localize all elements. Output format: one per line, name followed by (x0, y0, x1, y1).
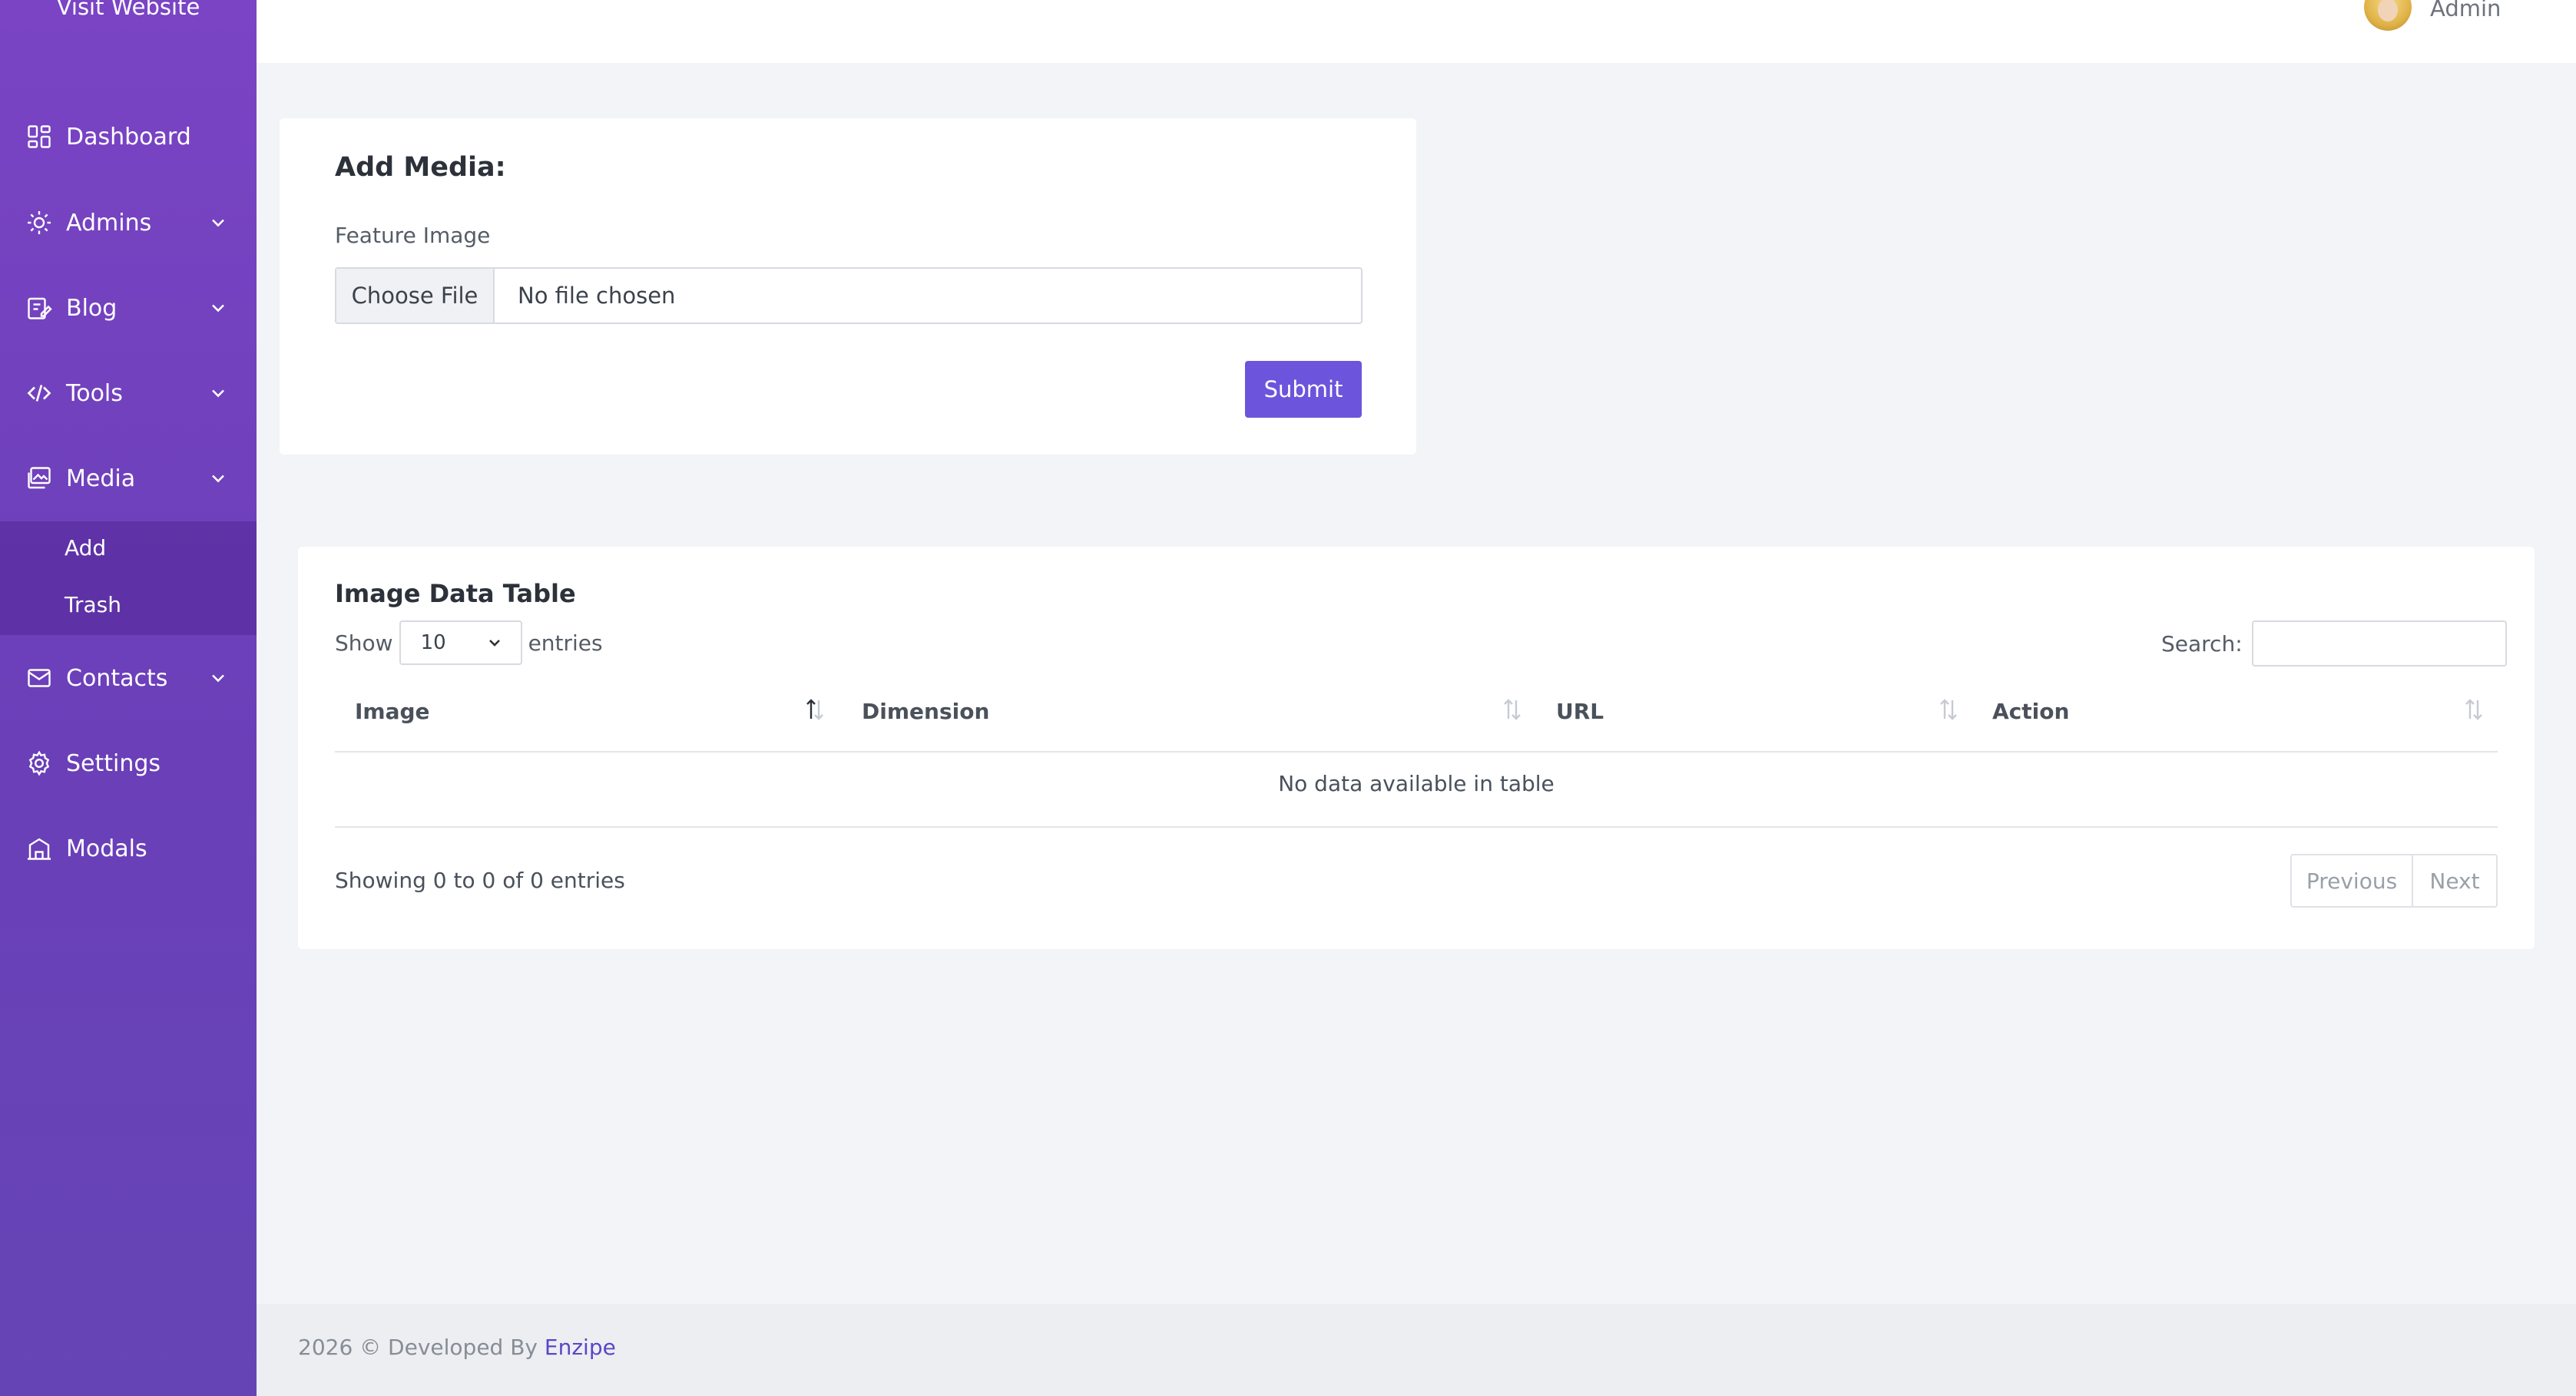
submenu-item-trash[interactable]: Trash (65, 592, 121, 617)
media-submenu: Add Trash (0, 521, 257, 635)
sidebar-item-modals[interactable]: Modals (0, 825, 257, 872)
entries-select-value: 10 (420, 631, 446, 654)
sort-icon[interactable] (2462, 696, 2485, 723)
sidebar-item-label: Modals (66, 835, 147, 862)
submenu-item-add[interactable]: Add (65, 535, 106, 561)
footer: 2026 © Developed By Enzipe (257, 1304, 2576, 1396)
table-search: Search: (2161, 620, 2507, 667)
image-data-table-card: Image Data Table Show 10 entries Search:… (298, 547, 2535, 949)
sidebar-item-settings[interactable]: Settings (0, 740, 257, 786)
sidebar-item-blog[interactable]: Blog (0, 285, 257, 331)
submit-button[interactable]: Submit (1245, 361, 1362, 418)
entries-select[interactable]: 10 (399, 620, 522, 665)
sidebar-item-media[interactable]: Media (0, 455, 257, 501)
dashboard-icon (25, 122, 54, 151)
next-page-button[interactable]: Next (2413, 855, 2496, 906)
blog-edit-icon (25, 293, 54, 323)
gear-icon (25, 749, 54, 778)
feature-image-file-input[interactable]: Choose File No file chosen (335, 267, 1362, 324)
sidebar-item-contacts[interactable]: Contacts (0, 655, 257, 701)
sort-icon[interactable] (1501, 696, 1524, 723)
sidebar-item-dashboard[interactable]: Dashboard (0, 114, 257, 160)
chevron-down-icon (212, 304, 224, 313)
sidebar-item-label: Admins (66, 209, 152, 237)
sidebar-item-label: Tools (66, 379, 123, 407)
sidebar-item-label: Dashboard (66, 123, 191, 151)
sort-icon[interactable] (1937, 696, 1960, 723)
chevron-down-icon (212, 674, 224, 683)
column-header-image[interactable]: Image (355, 699, 430, 724)
chevron-down-icon (212, 389, 224, 398)
admins-gear-icon (25, 208, 54, 237)
table-info: Showing 0 to 0 of 0 entries (335, 868, 625, 893)
mail-icon (25, 663, 54, 693)
sort-asc-icon[interactable] (803, 696, 826, 723)
sidebar-item-label: Media (66, 465, 136, 492)
feature-image-label: Feature Image (335, 223, 491, 248)
avatar[interactable] (2364, 0, 2412, 31)
column-header-dimension[interactable]: Dimension (862, 699, 989, 724)
previous-page-button[interactable]: Previous (2292, 855, 2413, 906)
sidebar-item-tools[interactable]: Tools (0, 370, 257, 416)
sidebar-item-label: Blog (66, 294, 118, 322)
column-header-action[interactable]: Action (1992, 699, 2069, 724)
file-status: No file chosen (518, 283, 676, 309)
add-media-title: Add Media: (335, 152, 506, 183)
column-header-url[interactable]: URL (1556, 699, 1604, 724)
footer-copyright: 2026 © Developed By (298, 1335, 545, 1360)
search-label: Search: (2161, 630, 2243, 657)
table-bottom-divider (335, 826, 2498, 828)
code-icon (25, 379, 54, 408)
choose-file-button[interactable]: Choose File (336, 269, 495, 323)
sidebar-item-label: Contacts (66, 664, 168, 692)
visit-website-link[interactable]: Visit Website (0, 0, 257, 20)
sidebar-item-label: Settings (66, 749, 161, 777)
sidebar-item-admins[interactable]: Admins (0, 200, 257, 246)
empty-table-message: No data available in table (1278, 771, 1555, 796)
footer-text: 2026 © Developed By Enzipe (298, 1335, 616, 1360)
chevron-down-icon (488, 640, 500, 647)
show-label: Show (335, 630, 393, 656)
media-image-icon (25, 464, 54, 493)
chevron-down-icon (212, 475, 224, 483)
chevron-down-icon (212, 219, 224, 227)
search-input[interactable] (2251, 620, 2507, 667)
table-title: Image Data Table (335, 579, 576, 608)
sidebar: Visit Website Dashboard Admins Blog Tool… (0, 0, 257, 1396)
entries-length-control: Show 10 entries (335, 620, 603, 665)
topbar: Admin (257, 0, 2576, 63)
user-name[interactable]: Admin (2430, 0, 2501, 22)
table-header-divider (335, 751, 2498, 753)
entries-label: entries (528, 630, 603, 656)
pagination: Previous Next (2290, 854, 2498, 908)
modals-icon (25, 834, 54, 863)
footer-developer-link[interactable]: Enzipe (545, 1335, 616, 1360)
add-media-card: Add Media: Feature Image Choose File No … (280, 118, 1416, 455)
